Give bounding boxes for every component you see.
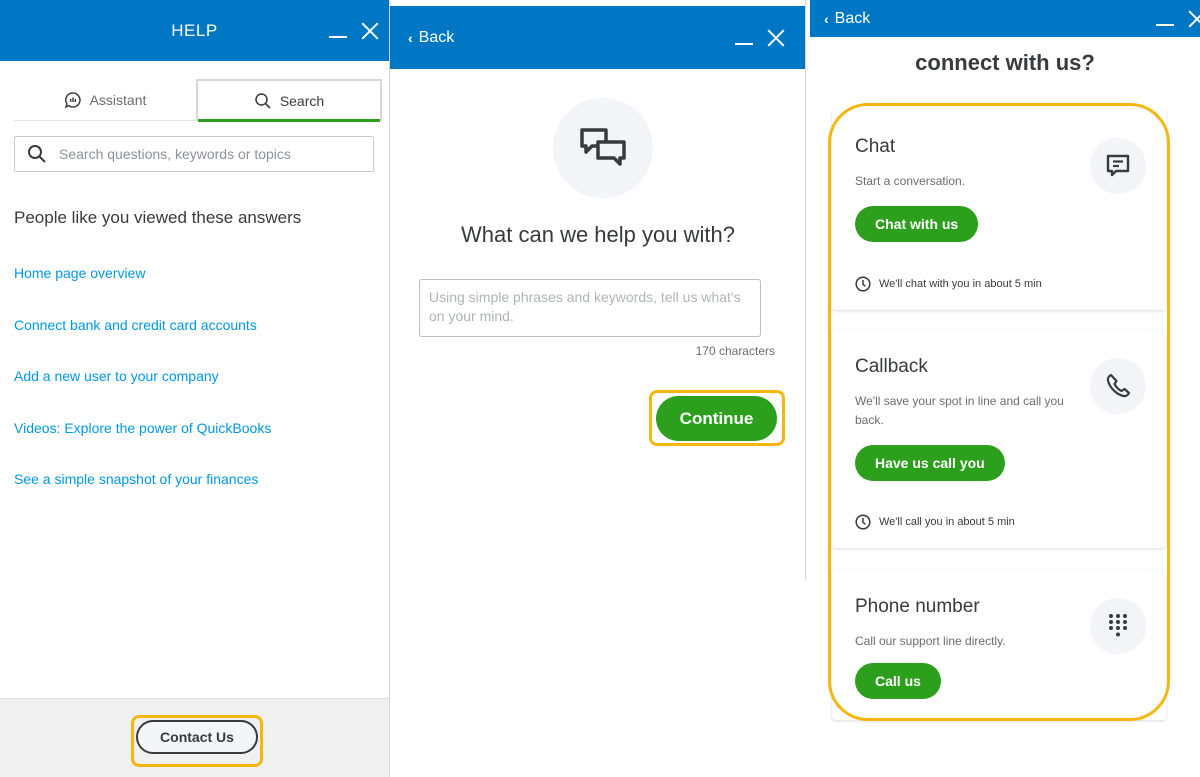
window-controls xyxy=(1156,0,1200,37)
help-header: HELP xyxy=(0,0,389,61)
phone-number-option-card: Phone number Call our support line direc… xyxy=(832,570,1166,720)
viewed-answers-heading: People like you viewed these answers xyxy=(14,208,302,227)
back-button[interactable]: ‹ Back xyxy=(824,10,870,28)
search-icon xyxy=(28,145,46,163)
close-icon[interactable] xyxy=(1188,10,1200,28)
back-button[interactable]: ‹ Back xyxy=(408,29,454,47)
assist-title: What can we help you with? xyxy=(461,222,735,247)
list-item: Connect bank and credit card accounts xyxy=(14,317,271,369)
clock-icon xyxy=(855,276,871,292)
search-icon xyxy=(255,93,271,109)
card-description: We'll save your spot in line and call yo… xyxy=(855,394,1064,427)
tab-search[interactable]: Search xyxy=(196,79,382,122)
phone-icon-circle xyxy=(1090,358,1146,414)
chat-option-card: Chat Start a conversation. Chat with us … xyxy=(832,110,1166,310)
assist-panel: ‹ Back What can we help you with? 170 ch… xyxy=(390,0,806,580)
chat-icon-circle xyxy=(1090,138,1146,194)
list-item: See a simple snapshot of your finances xyxy=(14,471,271,523)
tab-search-label: Search xyxy=(279,93,325,109)
back-label: Back xyxy=(834,9,871,27)
card-title: Phone number xyxy=(855,596,980,617)
close-icon[interactable] xyxy=(767,29,785,47)
card-title: Callback xyxy=(855,356,928,377)
wait-time: We'll chat with you in about 5 min xyxy=(855,276,1042,292)
answer-link[interactable]: See a simple snapshot of your finances xyxy=(14,471,258,487)
connect-header: ‹ Back xyxy=(810,0,1200,37)
connect-panel: ‹ Back connect with us? Chat Start a con… xyxy=(810,0,1200,777)
phone-icon xyxy=(1106,373,1131,398)
keypad-icon-circle xyxy=(1090,598,1146,654)
clock-icon xyxy=(855,514,871,530)
search-input[interactable] xyxy=(59,146,359,162)
have-us-call-you-button[interactable]: Have us call you xyxy=(855,445,1005,481)
back-label: Back xyxy=(418,28,455,46)
call-us-button[interactable]: Call us xyxy=(855,663,941,699)
question-textarea[interactable] xyxy=(419,279,761,337)
chat-message-icon xyxy=(1106,154,1130,177)
list-item: Add a new user to your company xyxy=(14,368,271,420)
search-field xyxy=(14,136,374,172)
chat-with-us-button[interactable]: Chat with us xyxy=(855,206,979,242)
assistant-bubble-icon xyxy=(64,92,81,109)
help-tabs: Assistant Search xyxy=(14,79,382,122)
wait-time-text: We'll call you in about 5 min xyxy=(879,516,1015,528)
minimize-icon[interactable] xyxy=(329,35,347,38)
tab-assistant[interactable]: Assistant xyxy=(14,79,196,121)
conversation-icon-circle xyxy=(553,98,653,198)
answer-link[interactable]: Connect bank and credit card accounts xyxy=(14,317,257,333)
chevron-left-icon: ‹ xyxy=(408,29,413,46)
minimize-icon[interactable] xyxy=(735,42,753,45)
minimize-icon[interactable] xyxy=(1156,23,1174,26)
contact-us-button[interactable]: Contact Us xyxy=(136,720,258,754)
card-description: Call our support line directly. xyxy=(855,634,1006,648)
help-panel: HELP Assistant Search Search questions, … xyxy=(0,0,390,777)
connect-title: connect with us? xyxy=(915,50,1095,75)
list-item: Videos: Explore the power of QuickBooks xyxy=(14,420,271,472)
answer-link[interactable]: Home page overview xyxy=(14,265,146,281)
card-description: Start a conversation. xyxy=(855,174,966,188)
keypad-icon xyxy=(1109,614,1127,637)
conversation-icon xyxy=(580,128,626,166)
answer-link[interactable]: Videos: Explore the power of QuickBooks xyxy=(14,420,271,436)
answer-link[interactable]: Add a new user to your company xyxy=(14,368,219,384)
card-title: Chat xyxy=(855,136,896,157)
help-footer: Contact Us xyxy=(0,698,389,777)
list-item: Home page overview xyxy=(14,265,271,317)
chevron-left-icon: ‹ xyxy=(824,10,829,27)
window-controls xyxy=(735,6,785,69)
wait-time: We'll call you in about 5 min xyxy=(855,514,1015,530)
wait-time-text: We'll chat with you in about 5 min xyxy=(879,278,1042,290)
window-controls xyxy=(329,0,379,61)
close-icon[interactable] xyxy=(361,22,379,40)
help-header-title: HELP xyxy=(171,20,218,40)
continue-button[interactable]: Continue xyxy=(656,396,777,441)
callback-option-card: Callback We'll save your spot in line an… xyxy=(832,330,1166,548)
tab-assistant-label: Assistant xyxy=(89,92,147,108)
answers-list: Home page overview Connect bank and cred… xyxy=(14,265,271,523)
character-count: 170 characters xyxy=(695,344,775,358)
